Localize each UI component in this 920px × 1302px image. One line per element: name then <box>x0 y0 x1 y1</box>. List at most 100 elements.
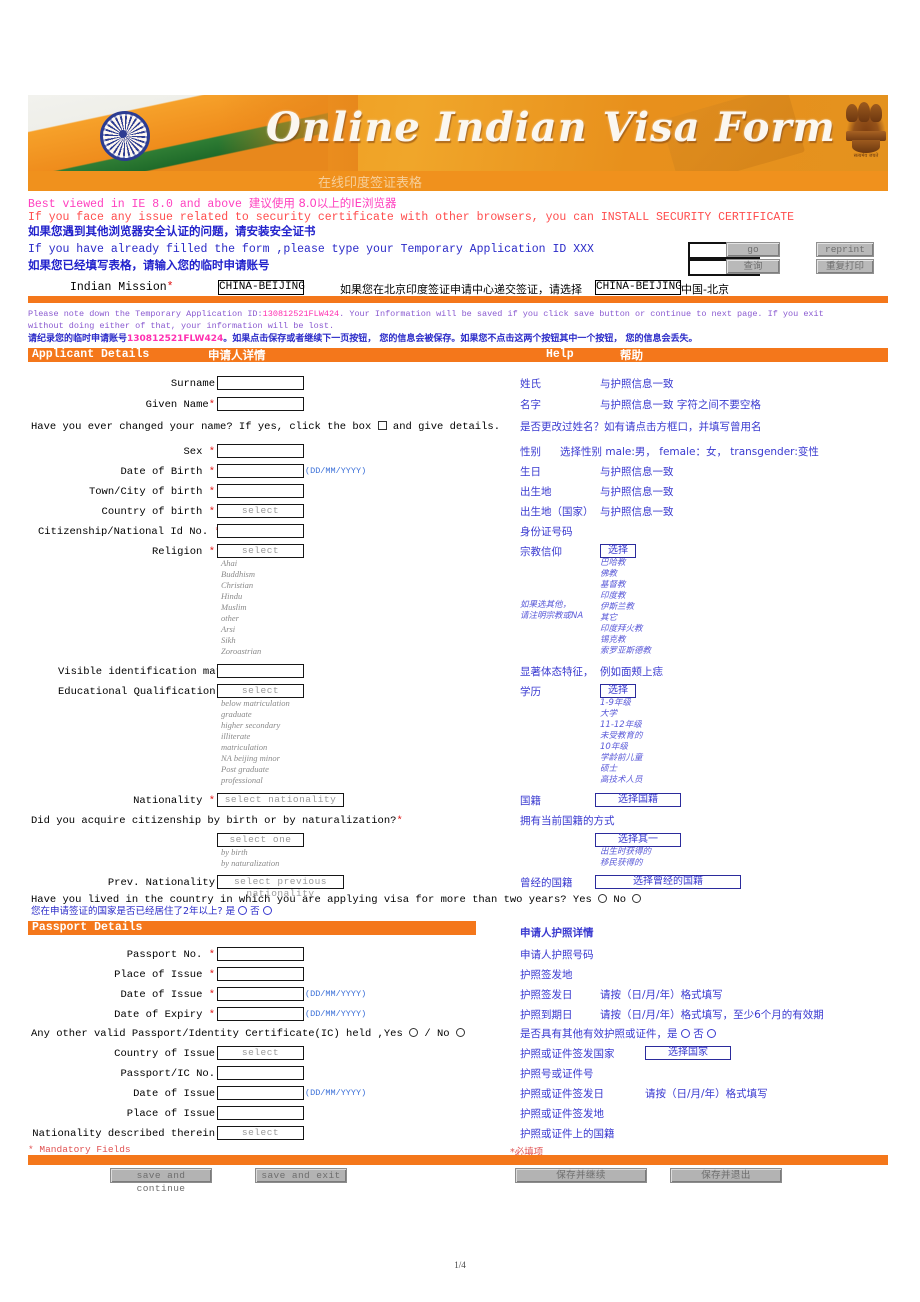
go-button[interactable]: go <box>726 242 780 257</box>
religion-option[interactable]: Sikh <box>221 635 236 646</box>
reprint-button-cn[interactable]: 重复打印 <box>816 259 874 274</box>
install-security-certificate-link-cn[interactable]: 安装安全证书 <box>247 224 316 238</box>
given-name-input[interactable] <box>217 397 304 411</box>
education-option[interactable]: professional <box>221 775 263 786</box>
help-religion-option[interactable]: 佛教 <box>600 569 617 580</box>
acquire-citizenship-select[interactable]: select one <box>217 833 304 847</box>
help-religion-option[interactable]: 锡克教 <box>600 635 626 646</box>
indian-mission-select[interactable]: CHINA-BEIJING <box>218 280 305 295</box>
help-religion-option[interactable]: 巴哈教 <box>600 558 626 569</box>
lived-two-years-yes-radio[interactable] <box>598 894 608 903</box>
lived-two-years-no-radio-cn[interactable] <box>262 906 272 915</box>
religion-option[interactable]: Zoroastrian <box>221 646 261 657</box>
install-security-certificate-link[interactable]: INSTALL SECURITY CERTIFICATE <box>601 211 794 224</box>
lived-two-years-yes-radio-cn[interactable] <box>238 906 248 915</box>
acquire-citizenship-question: Did you acquire citizenship by birth or … <box>31 815 403 827</box>
religion-option[interactable]: Christian <box>221 580 253 591</box>
education-option[interactable]: illiterate <box>221 731 250 742</box>
place-of-issue-label: Place of Issue * <box>114 969 215 981</box>
religion-option[interactable]: Hindu <box>221 591 242 602</box>
reprint-button[interactable]: reprint <box>816 242 874 257</box>
notice-security-certificate-cn: 如果您遇到其他浏览器安全认证的问题，请安装安全证书 <box>28 224 316 238</box>
help-education-option[interactable]: 硕士 <box>600 764 617 775</box>
surname-input[interactable] <box>217 376 304 390</box>
save-and-exit-button-cn[interactable]: 保存并退出 <box>670 1168 782 1183</box>
religion-option[interactable]: Arsi <box>221 624 235 635</box>
education-option[interactable]: below matriculation <box>221 698 290 709</box>
help-religion-select[interactable]: 选择 <box>600 544 636 558</box>
acquire-option[interactable]: by birth <box>221 847 248 858</box>
education-option[interactable]: graduate <box>221 709 252 720</box>
town-city-birth-input[interactable] <box>217 484 304 498</box>
save-and-exit-button[interactable]: save and exit <box>255 1168 347 1183</box>
help-education-option[interactable]: 未受教育的 <box>600 731 643 742</box>
help-education-option[interactable]: 10年级 <box>600 742 628 753</box>
help-acquire-question: 拥有当前国籍的方式 <box>520 815 615 827</box>
page-subtitle-cn: 在线印度签证表格 <box>318 176 423 191</box>
education-option[interactable]: higher secondary <box>221 720 280 731</box>
help-nationality-select[interactable]: 选择国籍 <box>595 793 681 807</box>
help-religion-option[interactable]: 索罗亚斯德教 <box>600 646 651 657</box>
ic-date-of-issue-input[interactable] <box>217 1086 304 1100</box>
date-of-birth-input[interactable] <box>217 464 304 478</box>
name-changed-checkbox[interactable] <box>377 421 387 430</box>
help-acquire-select[interactable]: 选择其一 <box>595 833 681 847</box>
lived-two-years-no-radio[interactable] <box>632 894 642 903</box>
place-of-issue-input[interactable] <box>217 967 304 981</box>
date-of-issue-input[interactable] <box>217 987 304 1001</box>
country-of-birth-select[interactable]: select <box>217 504 304 518</box>
religion-select[interactable]: select <box>217 544 304 558</box>
help-acquire-option[interactable]: 移民获得的 <box>600 858 643 869</box>
acquire-option[interactable]: by naturalization <box>221 858 279 869</box>
religion-option[interactable]: Muslim <box>221 602 247 613</box>
religion-option[interactable]: Buddhism <box>221 569 255 580</box>
help-religion-note-1: 如果选其他， <box>520 600 572 610</box>
help-other-passport-question: 是否具有其他有效护照或证件，是 否 <box>520 1028 717 1040</box>
help-other-passport-no-radio[interactable] <box>707 1029 717 1038</box>
help-marks-text: 例如面颊上痣 <box>600 666 663 678</box>
nationality-therein-select[interactable]: select <box>217 1126 304 1140</box>
go-button-cn[interactable]: 查询 <box>726 259 780 274</box>
religion-option[interactable]: other <box>221 613 239 624</box>
education-option[interactable]: NA beijing minor <box>221 753 280 764</box>
help-education-option[interactable]: 大学 <box>600 709 617 720</box>
save-and-continue-button[interactable]: save and continue <box>110 1168 212 1194</box>
help-other-passport-yes-radio[interactable] <box>680 1029 690 1038</box>
prev-nationality-select[interactable]: select previous nationality <box>217 875 344 899</box>
indian-mission-help-cn: 如果您在北京印度签证申请中心递交签证，请选择 <box>340 283 582 296</box>
other-valid-passport-no-radio[interactable] <box>455 1028 465 1037</box>
help-religion-option[interactable]: 基督教 <box>600 580 626 591</box>
help-religion-option[interactable]: 印度教 <box>600 591 626 602</box>
education-select[interactable]: select <box>217 684 304 698</box>
citizenship-id-input[interactable] <box>217 524 304 538</box>
help-religion-option[interactable]: 伊斯兰教 <box>600 602 634 613</box>
divider-bar-top <box>28 296 888 303</box>
education-option[interactable]: matriculation <box>221 742 267 753</box>
ic-place-of-issue-input[interactable] <box>217 1106 304 1120</box>
indian-mission-select-cn[interactable]: CHINA-BEIJING <box>595 280 682 295</box>
help-education-option[interactable]: 高技术人员 <box>600 775 643 786</box>
education-option[interactable]: Post graduate <box>221 764 269 775</box>
help-education-option[interactable]: 11-12年级 <box>600 720 642 731</box>
help-education-select[interactable]: 选择 <box>600 684 636 698</box>
nationality-select[interactable]: select nationality <box>217 793 344 807</box>
name-changed-question: Have you ever changed your name? If yes,… <box>31 421 501 433</box>
ashoka-chakra-icon <box>100 111 150 161</box>
help-education-option[interactable]: 学龄前儿童 <box>600 753 643 764</box>
sex-input[interactable] <box>217 444 304 458</box>
passport-ic-no-input[interactable] <box>217 1066 304 1080</box>
country-of-issue-select[interactable]: select <box>217 1046 304 1060</box>
passport-no-input[interactable] <box>217 947 304 961</box>
help-religion-option[interactable]: 其它 <box>600 613 617 624</box>
help-religion-option[interactable]: 印度拜火教 <box>600 624 643 635</box>
help-education-option[interactable]: 1-9年级 <box>600 698 631 709</box>
save-and-continue-button-cn[interactable]: 保存并继续 <box>515 1168 647 1183</box>
other-valid-passport-yes-radio[interactable] <box>409 1028 419 1037</box>
help-acquire-option[interactable]: 出生时获得的 <box>600 847 651 858</box>
visible-marks-input[interactable] <box>217 664 304 678</box>
religion-option[interactable]: Ahai <box>221 558 237 569</box>
date-of-expiry-input[interactable] <box>217 1007 304 1021</box>
help-citizenship-id-label: 身份证号码 <box>520 526 573 538</box>
help-country-issue-select[interactable]: 选择国家 <box>645 1046 731 1060</box>
help-prev-nationality-select[interactable]: 选择曾经的国籍 <box>595 875 741 889</box>
